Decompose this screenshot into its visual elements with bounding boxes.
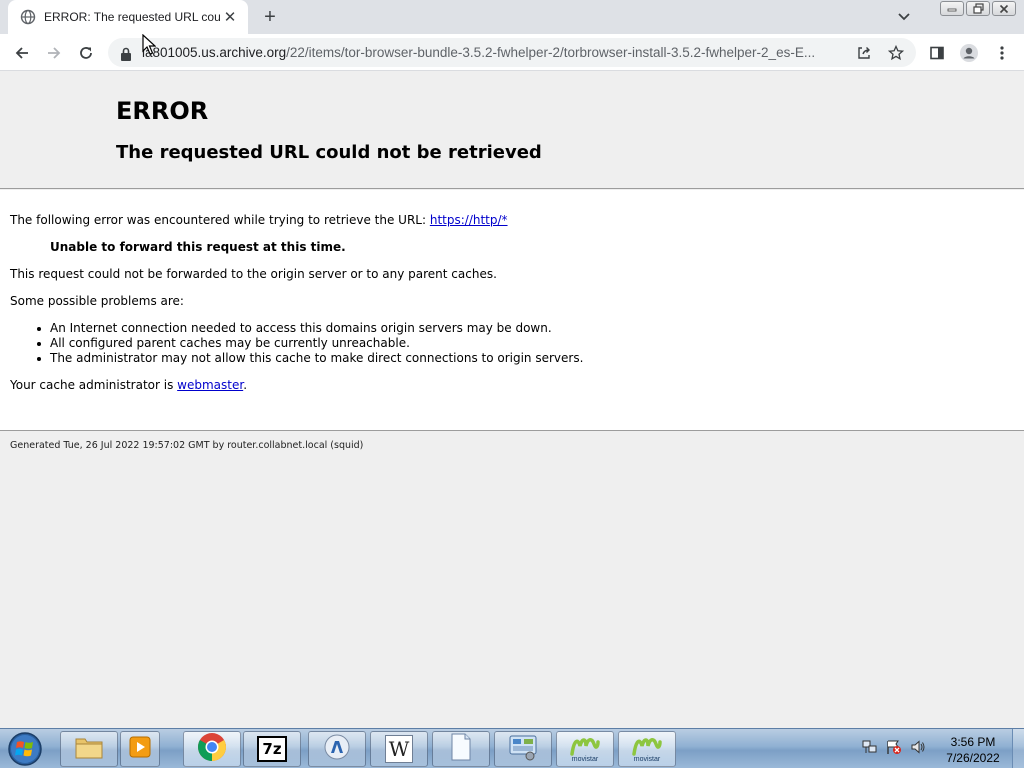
- menu-icon[interactable]: [991, 42, 1013, 64]
- reload-icon[interactable]: [75, 42, 97, 64]
- globe-icon: [20, 9, 36, 25]
- clock-date: 7/26/2022: [946, 751, 1000, 765]
- list-item: The administrator may not allow this cac…: [36, 351, 584, 365]
- system-tray: [862, 739, 926, 755]
- forward-arrow-icon[interactable]: [43, 42, 65, 64]
- taskbar-chrome-button[interactable]: [183, 731, 241, 767]
- 7zip-label: 7z: [262, 740, 282, 758]
- close-icon[interactable]: ✕: [222, 8, 238, 26]
- list-item: All configured parent caches may be curr…: [36, 336, 583, 351]
- address-bar[interactable]: ia801005.us.archive.org/22/items/tor-bro…: [108, 38, 916, 67]
- new-tab-button[interactable]: +: [259, 6, 281, 28]
- admin-line: Your cache administrator is webmaster.: [10, 378, 247, 392]
- network-icon[interactable]: [862, 739, 878, 755]
- taskbar: 7z W movistar movistar 3:56 PM 7/26/2022: [0, 728, 1024, 768]
- movistar-icon: movistar: [632, 736, 662, 763]
- profile-icon[interactable]: [958, 42, 980, 64]
- taskbar-explorer-button[interactable]: [60, 731, 118, 767]
- movistar-label: movistar: [633, 755, 661, 763]
- admin-suffix: .: [243, 378, 248, 392]
- requested-url-link[interactable]: https://http/*: [430, 213, 508, 227]
- url-host: ia801005.us.archive.org: [142, 45, 287, 60]
- minimize-button[interactable]: [940, 1, 964, 16]
- tab-strip: ERROR: The requested URL could not be re…: [0, 0, 1024, 34]
- window-controls: [940, 1, 1016, 16]
- share-icon[interactable]: [856, 45, 872, 61]
- taskbar-control-panel-button[interactable]: [494, 731, 552, 767]
- intro-line: The following error was encountered whil…: [10, 213, 508, 227]
- control-panel-icon: [508, 733, 538, 765]
- mouse-cursor-icon: [142, 33, 157, 56]
- lock-icon[interactable]: [120, 46, 132, 61]
- clock[interactable]: 3:56 PM 7/26/2022: [938, 734, 1008, 766]
- taskbar-notepad-button[interactable]: [432, 731, 490, 767]
- url-text: ia801005.us.archive.org/22/items/tor-bro…: [142, 45, 850, 60]
- title-section: ERROR The requested URL could not be ret…: [0, 71, 1024, 189]
- wordpad-label: W: [388, 737, 410, 761]
- wordpad-icon: W: [385, 735, 413, 763]
- taskbar-movistar-button-1[interactable]: movistar: [556, 731, 614, 767]
- tab-title: ERROR: The requested URL could not be re…: [44, 10, 220, 24]
- admin-text: Your cache administrator is: [10, 378, 178, 392]
- taskbar-movistar-button-2[interactable]: movistar: [618, 731, 676, 767]
- 7zip-icon: 7z: [257, 736, 287, 762]
- chrome-icon: [197, 732, 227, 766]
- taskbar-media-button[interactable]: [120, 731, 160, 767]
- start-button[interactable]: [4, 730, 46, 768]
- maximize-button[interactable]: [966, 1, 990, 16]
- error-content: The following error was encountered whil…: [0, 190, 1024, 431]
- document-icon: [449, 733, 473, 765]
- movistar-label: movistar: [571, 755, 599, 763]
- folder-icon: [74, 734, 104, 764]
- url-path: /22/items/tor-browser-bundle-3.5.2-fwhel…: [286, 45, 816, 60]
- taskbar-wordpad-button[interactable]: W: [370, 731, 428, 767]
- intro-text: The following error was encountered whil…: [10, 213, 430, 227]
- app-icon: [323, 733, 351, 765]
- show-desktop-button[interactable]: [1012, 729, 1024, 768]
- problems-intro: Some possible problems are:: [10, 294, 184, 308]
- action-center-icon[interactable]: [886, 739, 902, 755]
- side-panel-icon[interactable]: [926, 42, 948, 64]
- explanation-text: This request could not be forwarded to t…: [10, 267, 497, 281]
- footer-text: Generated Tue, 26 Jul 2022 19:57:02 GMT …: [10, 440, 364, 451]
- problems-list: An Internet connection needed to access …: [36, 321, 584, 366]
- volume-icon[interactable]: [910, 739, 926, 755]
- media-player-icon: [128, 735, 152, 763]
- close-window-button[interactable]: [992, 1, 1016, 16]
- taskbar-7zip-button[interactable]: 7z: [243, 731, 301, 767]
- back-arrow-icon[interactable]: [11, 42, 33, 64]
- browser-tab[interactable]: ERROR: The requested URL could not be re…: [8, 0, 248, 34]
- star-icon[interactable]: [888, 45, 904, 61]
- webmaster-link[interactable]: webmaster: [177, 378, 243, 392]
- taskbar-app-button[interactable]: [308, 731, 366, 767]
- error-message: Unable to forward this request at this t…: [50, 240, 346, 254]
- chevron-down-icon[interactable]: [895, 8, 913, 26]
- clock-time: 3:56 PM: [950, 735, 996, 749]
- movistar-icon: movistar: [570, 736, 600, 763]
- page-title: ERROR: [116, 97, 209, 125]
- list-item: An Internet connection needed to access …: [36, 321, 583, 336]
- page-viewport: ERROR The requested URL could not be ret…: [0, 71, 1024, 728]
- page-subtitle: The requested URL could not be retrieved: [116, 142, 542, 163]
